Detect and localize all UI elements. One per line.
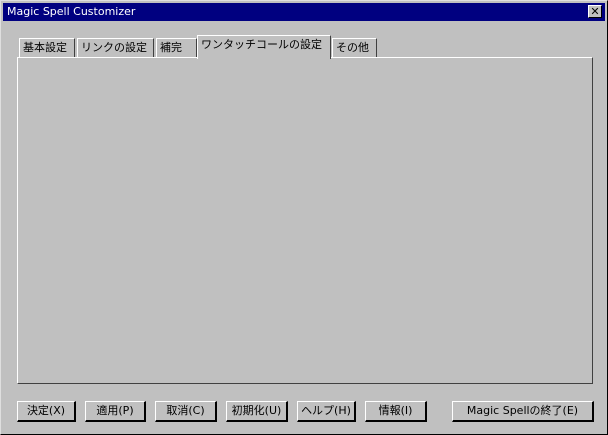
close-button[interactable]: ✕ (588, 5, 602, 18)
app-window: Magic Spell Customizer ✕ 基本設定 リンクの設定 補完 … (0, 0, 608, 435)
help-button[interactable]: ヘルプ(H) (297, 401, 356, 422)
window-title: Magic Spell Customizer (7, 5, 136, 18)
tab-basic-settings[interactable]: 基本設定 (19, 38, 75, 57)
tab-label: その他 (336, 41, 369, 54)
quit-button[interactable]: Magic Spellの終了(E) (452, 401, 594, 422)
tab-one-touch-call[interactable]: ワンタッチコールの設定 (197, 35, 331, 59)
tab-label: 基本設定 (23, 41, 67, 54)
close-icon: ✕ (590, 5, 600, 18)
tab-label: リンクの設定 (81, 41, 147, 54)
cancel-button[interactable]: 取消(C) (155, 401, 217, 422)
tab-other[interactable]: その他 (332, 38, 377, 57)
info-button[interactable]: 情報(I) (365, 401, 427, 422)
tab-panel (17, 57, 593, 384)
tab-link-settings[interactable]: リンクの設定 (77, 38, 154, 57)
tab-label: ワンタッチコールの設定 (201, 38, 322, 51)
ok-button[interactable]: 決定(X) (17, 401, 76, 422)
title-bar[interactable]: Magic Spell Customizer ✕ (3, 3, 605, 21)
tab-completion[interactable]: 補完 (156, 38, 197, 57)
apply-button[interactable]: 適用(P) (85, 401, 146, 422)
reset-button[interactable]: 初期化(U) (226, 401, 288, 422)
tab-label: 補完 (160, 41, 182, 54)
